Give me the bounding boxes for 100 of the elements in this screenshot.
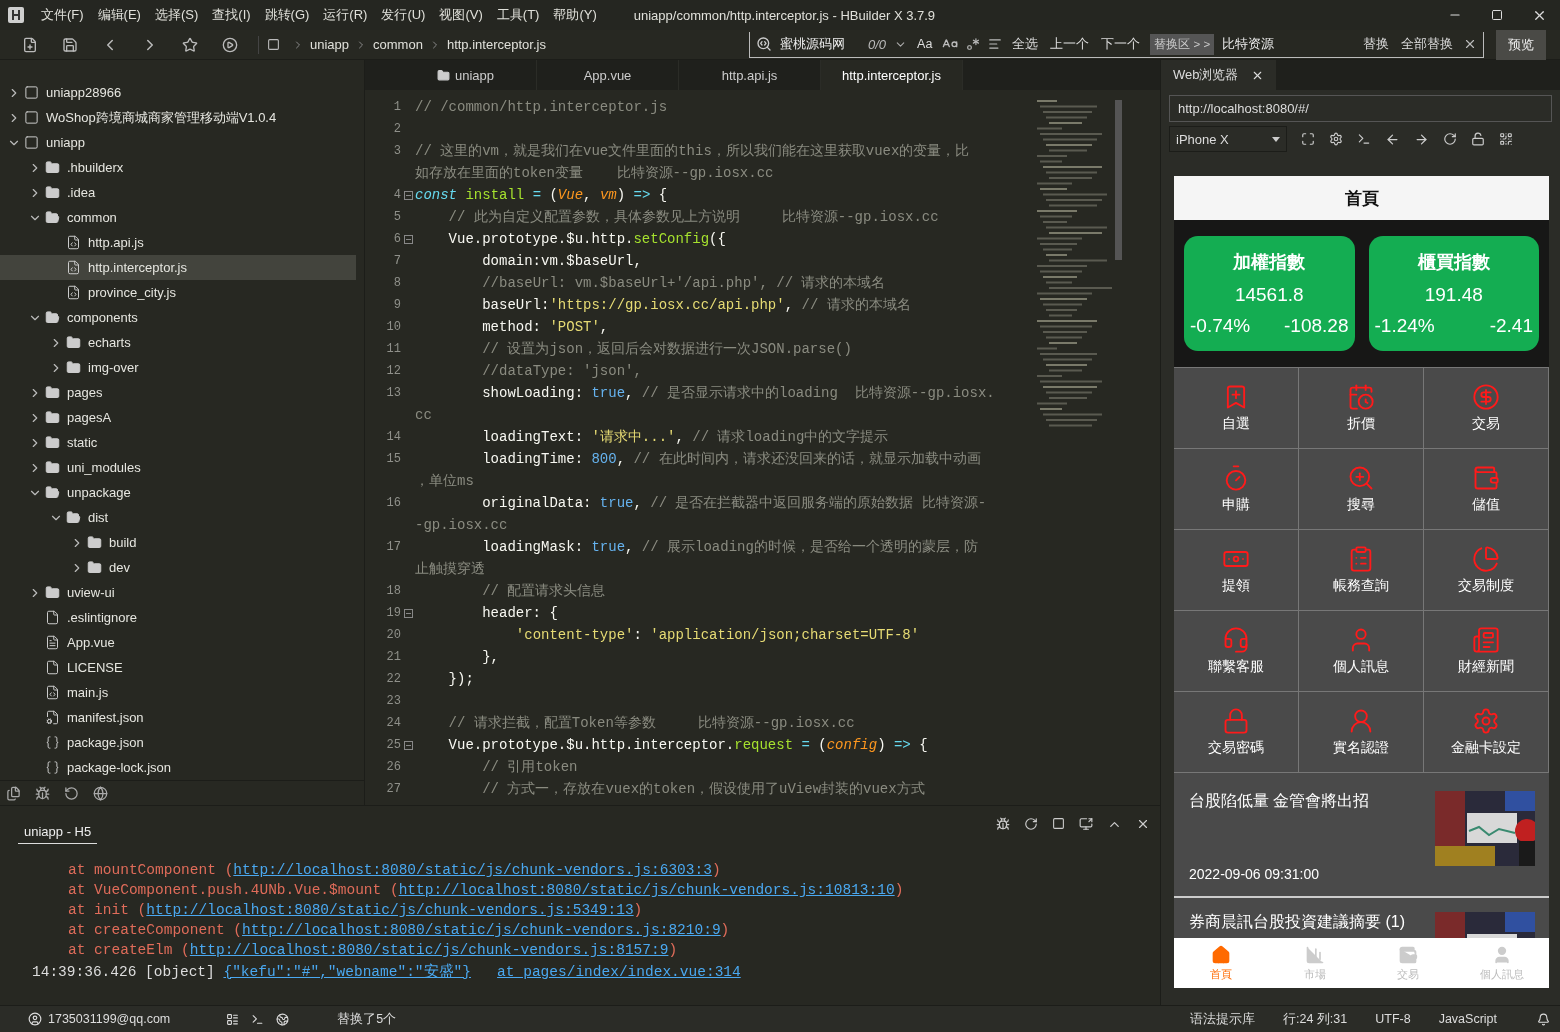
tree-item[interactable]: http.api.js (0, 230, 356, 255)
tree-item[interactable]: .eslintignore (0, 605, 356, 630)
clear-icon[interactable] (1136, 817, 1150, 831)
terminal-icon[interactable] (1357, 132, 1371, 146)
menu-tile[interactable]: 折價 (1299, 368, 1424, 449)
tree-item[interactable]: build (0, 530, 356, 555)
device-select[interactable]: iPhone X (1169, 126, 1287, 152)
qr-code-icon[interactable] (1499, 132, 1513, 146)
refresh-icon[interactable] (64, 785, 79, 801)
tree-item[interactable]: LICENSE (0, 655, 356, 680)
menu-tile[interactable]: 交易 (1424, 368, 1549, 449)
tree-item[interactable]: uniapp (0, 130, 356, 155)
tree-item[interactable]: uview-ui (0, 580, 356, 605)
run-icon[interactable] (222, 36, 238, 53)
console-link[interactable]: http://localhost:8080/static/js/chunk-vendors.js:8157:9 (189, 942, 669, 958)
find-action-button[interactable]: 全选 (1010, 35, 1041, 53)
status-item[interactable]: JavaScript (1438, 1012, 1497, 1026)
replace-action-button[interactable]: 全部替换 (1399, 35, 1455, 53)
regex-icon[interactable] (966, 37, 981, 51)
tree-item[interactable]: main.js (0, 680, 356, 705)
tree-item[interactable]: pagesA (0, 405, 356, 430)
fold-icon[interactable] (403, 190, 413, 200)
tree-item[interactable]: province_city.js (0, 280, 356, 305)
menu-tile[interactable]: 提領 (1174, 530, 1299, 611)
tree-item[interactable]: common (0, 205, 356, 230)
terminal-icon[interactable] (251, 1012, 265, 1026)
find-action-button[interactable]: 上一个 (1048, 35, 1092, 53)
fold-icon[interactable] (403, 740, 413, 750)
menu-item[interactable]: 选择(S) (147, 6, 206, 24)
tree-item[interactable]: uniapp28966 (0, 80, 356, 105)
save-icon[interactable] (62, 36, 78, 53)
menu-item[interactable]: 帮助(Y) (546, 6, 604, 24)
breadcrumb-item[interactable]: uniapp (310, 37, 350, 52)
bug-icon[interactable] (996, 817, 1010, 831)
url-field[interactable]: http://localhost:8080/#/ (1169, 95, 1552, 122)
status-item[interactable]: UTF-8 (1375, 1012, 1411, 1026)
menu-item[interactable]: 发行(U) (374, 6, 433, 24)
replace-toggle[interactable]: 替换区 > > (1150, 33, 1215, 55)
tree-item[interactable]: img-over (0, 355, 356, 380)
menu-tile[interactable]: 帳務查詢 (1299, 530, 1424, 611)
news-title[interactable]: 券商晨訊台股投資建議摘要 (1) (1189, 912, 1435, 933)
tree-item[interactable]: http.interceptor.js (0, 255, 356, 280)
tree-item[interactable]: static (0, 430, 356, 455)
console-link[interactable]: http://localhost:8080/static/js/chunk-vendors.js:5349:13 (146, 902, 634, 918)
settings-icon[interactable] (1329, 132, 1343, 146)
star-icon[interactable] (182, 36, 198, 53)
source-link[interactable]: at pages/index/index.vue:314 (497, 964, 741, 980)
tree-item[interactable]: WoShop跨境商城商家管理移动端V1.0.4 (0, 105, 356, 130)
menu-item[interactable]: 文件(F) (34, 6, 91, 24)
lock-icon[interactable] (1471, 132, 1485, 146)
stop-icon[interactable] (1052, 817, 1065, 830)
menu-tile[interactable]: 申購 (1174, 449, 1299, 530)
fold-icon[interactable] (403, 234, 413, 244)
tree-item[interactable]: App.vue (0, 630, 356, 655)
screen-icon[interactable] (1079, 817, 1093, 831)
files-icon[interactable] (6, 785, 21, 801)
console-link[interactable]: http://localhost:8080/static/js/chunk-vendors.js:6303:3 (233, 862, 712, 878)
breadcrumb-item[interactable]: common (373, 37, 423, 52)
close-icon[interactable] (1463, 37, 1477, 51)
console-link[interactable]: {"kefu":"#","webname":"安盛"} (223, 964, 471, 980)
replace-field[interactable]: 比特资源 (1222, 35, 1343, 53)
list-icon[interactable] (226, 1012, 240, 1026)
menu-tile[interactable]: 搜尋 (1299, 449, 1424, 530)
menu-item[interactable]: 视图(V) (432, 6, 490, 24)
browser-tab[interactable]: Web浏览器 (1161, 60, 1276, 90)
tree-item[interactable]: uni_modules (0, 455, 356, 480)
replace-action-button[interactable]: 替换 (1361, 35, 1391, 53)
scrollbar[interactable] (1114, 100, 1122, 260)
tree-item[interactable]: package-lock.json (0, 755, 356, 780)
forward-icon[interactable] (1414, 131, 1429, 147)
menu-tile[interactable]: 聯繫客服 (1174, 611, 1299, 692)
breadcrumb-item[interactable]: http.interceptor.js (446, 37, 546, 52)
menu-tile[interactable]: 個人訊息 (1299, 611, 1424, 692)
menu-item[interactable]: 编辑(E) (90, 6, 148, 24)
menu-item[interactable]: 工具(T) (489, 6, 547, 24)
tree-item[interactable]: unpackage (0, 480, 356, 505)
back-icon[interactable] (1385, 131, 1400, 147)
status-item[interactable]: 行:24 列:31 (1283, 1010, 1348, 1028)
menu-item[interactable]: 运行(R) (316, 6, 375, 24)
menu-tile[interactable]: 財經新聞 (1424, 611, 1549, 692)
menu-item[interactable]: 跳转(G) (257, 6, 317, 24)
menu-item[interactable]: 查找(I) (205, 6, 258, 24)
status-item[interactable]: 语法提示库 (1190, 1010, 1255, 1028)
match-case-toggle[interactable]: Aa (915, 37, 935, 51)
new-file-icon[interactable] (22, 36, 38, 53)
news-title[interactable]: 台股陷低量 金管會將出招 (1189, 791, 1435, 812)
console-link[interactable]: http://localhost:8080/static/js/chunk-vendors.js:10813:10 (398, 882, 895, 898)
resize-icon[interactable] (1301, 132, 1315, 146)
tree-item[interactable]: echarts (0, 330, 356, 355)
tree-item[interactable]: dist (0, 505, 356, 530)
tree-item[interactable]: components (0, 305, 356, 330)
tree-item[interactable]: pages (0, 380, 356, 405)
user-icon[interactable] (28, 1012, 42, 1026)
account-label[interactable]: 1735031199@qq.com (48, 1012, 171, 1026)
menu-tile[interactable]: 實名認證 (1299, 692, 1424, 773)
menu-tile[interactable]: 交易密碼 (1174, 692, 1299, 773)
tree-item[interactable]: .hbuilderx (0, 155, 356, 180)
menu-tile[interactable]: 自選 (1174, 368, 1299, 449)
tree-item[interactable]: .idea (0, 180, 356, 205)
menu-tile[interactable]: 金融卡設定 (1424, 692, 1549, 773)
